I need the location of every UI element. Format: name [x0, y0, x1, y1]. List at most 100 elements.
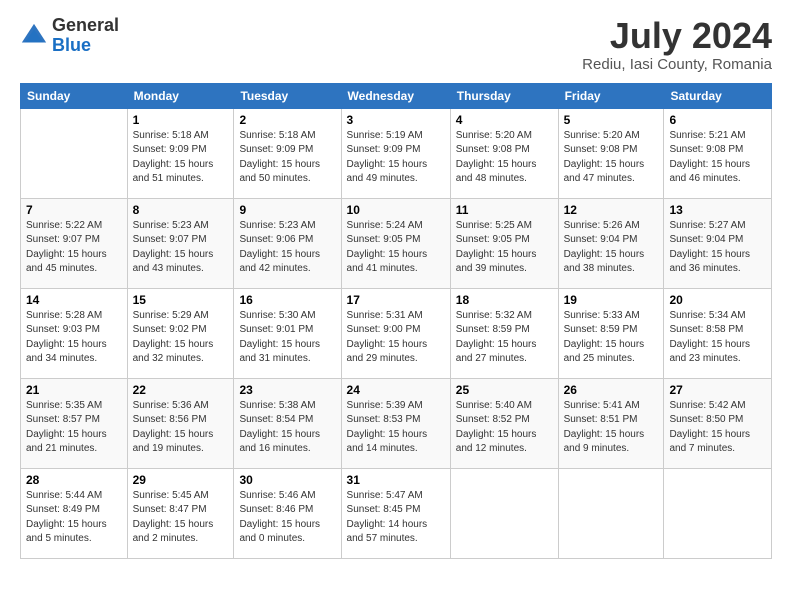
calendar-cell: 6 Sunrise: 5:21 AMSunset: 9:08 PMDaylight…	[664, 108, 772, 198]
day-number: 28	[26, 473, 122, 487]
day-number: 2	[239, 113, 335, 127]
calendar-table: SundayMondayTuesdayWednesdayThursdayFrid…	[20, 83, 772, 559]
calendar-cell	[450, 468, 558, 558]
calendar-cell: 8 Sunrise: 5:23 AMSunset: 9:07 PMDaylight…	[127, 198, 234, 288]
day-number: 25	[456, 383, 553, 397]
day-info: Sunrise: 5:19 AMSunset: 9:09 PMDaylight:…	[347, 129, 445, 187]
day-number: 12	[564, 203, 659, 217]
calendar-cell: 22Sunrise: 5:36 AMSunset: 8:56 PMDayligh…	[127, 378, 234, 468]
calendar-week-row: 28 Sunrise: 5:44 AMSunset: 8:49 PMDayligh…	[21, 468, 772, 558]
day-number: 26	[564, 383, 659, 397]
column-header-wednesday: Wednesday	[341, 83, 450, 108]
calendar-cell: 28 Sunrise: 5:44 AMSunset: 8:49 PMDayligh…	[21, 468, 128, 558]
day-info: Sunrise: 5:44 AMSunset: 8:49 PMDaylight:…	[26, 489, 122, 547]
column-header-saturday: Saturday	[664, 83, 772, 108]
day-info: Sunrise: 5:26 AMSunset: 9:04 PMDaylight:…	[564, 219, 659, 277]
day-info: Sunrise: 5:31 AMSunset: 9:00 PMDaylight:…	[347, 309, 445, 367]
calendar-cell: 31Sunrise: 5:47 AMSunset: 8:45 PMDayligh…	[341, 468, 450, 558]
calendar-cell: 1Sunrise: 5:18 AMSunset: 9:09 PMDaylight…	[127, 108, 234, 198]
day-info: Sunrise: 5:21 AMSunset: 9:08 PMDaylight:…	[669, 129, 766, 187]
day-info: Sunrise: 5:29 AMSunset: 9:02 PMDaylight:…	[133, 309, 229, 367]
calendar-cell: 14 Sunrise: 5:28 AMSunset: 9:03 PMDayligh…	[21, 288, 128, 378]
calendar-cell: 11 Sunrise: 5:25 AMSunset: 9:05 PMDayligh…	[450, 198, 558, 288]
column-header-friday: Friday	[558, 83, 664, 108]
calendar-cell: 15 Sunrise: 5:29 AMSunset: 9:02 PMDayligh…	[127, 288, 234, 378]
column-header-tuesday: Tuesday	[234, 83, 341, 108]
day-number: 29	[133, 473, 229, 487]
day-number: 15	[133, 293, 229, 307]
header: General Blue July 2024 Rediu, Iasi Count…	[20, 16, 772, 73]
location-title: Rediu, Iasi County, Romania	[582, 56, 772, 73]
day-info: Sunrise: 5:40 AMSunset: 8:52 PMDaylight:…	[456, 399, 553, 457]
day-info: Sunrise: 5:20 AMSunset: 9:08 PMDaylight:…	[564, 129, 659, 187]
logo-text: General Blue	[52, 16, 119, 56]
day-info: Sunrise: 5:23 AMSunset: 9:07 PMDaylight:…	[133, 219, 229, 277]
calendar-cell: 26 Sunrise: 5:41 AMSunset: 8:51 PMDayligh…	[558, 378, 664, 468]
title-block: July 2024 Rediu, Iasi County, Romania	[582, 16, 772, 73]
day-info: Sunrise: 5:20 AMSunset: 9:08 PMDaylight:…	[456, 129, 553, 187]
calendar-cell: 16 Sunrise: 5:30 AMSunset: 9:01 PMDayligh…	[234, 288, 341, 378]
day-number: 16	[239, 293, 335, 307]
calendar-cell: 24 Sunrise: 5:39 AMSunset: 8:53 PMDayligh…	[341, 378, 450, 468]
calendar-cell: 9 Sunrise: 5:23 AMSunset: 9:06 PMDaylight…	[234, 198, 341, 288]
day-number: 17	[347, 293, 445, 307]
day-number: 24	[347, 383, 445, 397]
calendar-cell: 20 Sunrise: 5:34 AMSunset: 8:58 PMDayligh…	[664, 288, 772, 378]
calendar-cell: 10 Sunrise: 5:24 AMSunset: 9:05 PMDayligh…	[341, 198, 450, 288]
page: General Blue July 2024 Rediu, Iasi Count…	[0, 0, 792, 612]
day-info: Sunrise: 5:18 AMSunset: 9:09 PMDaylight:…	[239, 129, 335, 187]
day-info: Sunrise: 5:30 AMSunset: 9:01 PMDaylight:…	[239, 309, 335, 367]
day-number: 9	[239, 203, 335, 217]
calendar-cell: 2 Sunrise: 5:18 AMSunset: 9:09 PMDaylight…	[234, 108, 341, 198]
day-number: 30	[239, 473, 335, 487]
day-info: Sunrise: 5:46 AMSunset: 8:46 PMDaylight:…	[239, 489, 335, 547]
calendar-cell: 4 Sunrise: 5:20 AMSunset: 9:08 PMDaylight…	[450, 108, 558, 198]
day-info: Sunrise: 5:23 AMSunset: 9:06 PMDaylight:…	[239, 219, 335, 277]
day-info: Sunrise: 5:25 AMSunset: 9:05 PMDaylight:…	[456, 219, 553, 277]
day-number: 23	[239, 383, 335, 397]
day-number: 27	[669, 383, 766, 397]
day-info: Sunrise: 5:45 AMSunset: 8:47 PMDaylight:…	[133, 489, 229, 547]
day-info: Sunrise: 5:35 AMSunset: 8:57 PMDaylight:…	[26, 399, 122, 457]
day-number: 10	[347, 203, 445, 217]
calendar-cell	[21, 108, 128, 198]
day-info: Sunrise: 5:22 AMSunset: 9:07 PMDaylight:…	[26, 219, 122, 277]
calendar-cell: 25 Sunrise: 5:40 AMSunset: 8:52 PMDayligh…	[450, 378, 558, 468]
day-info: Sunrise: 5:42 AMSunset: 8:50 PMDaylight:…	[669, 399, 766, 457]
day-number: 19	[564, 293, 659, 307]
calendar-cell: 30 Sunrise: 5:46 AMSunset: 8:46 PMDayligh…	[234, 468, 341, 558]
day-number: 20	[669, 293, 766, 307]
day-number: 5	[564, 113, 659, 127]
day-number: 3	[347, 113, 445, 127]
calendar-cell: 5 Sunrise: 5:20 AMSunset: 9:08 PMDaylight…	[558, 108, 664, 198]
day-info: Sunrise: 5:32 AMSunset: 8:59 PMDaylight:…	[456, 309, 553, 367]
logo: General Blue	[20, 16, 119, 56]
calendar-cell: 17 Sunrise: 5:31 AMSunset: 9:00 PMDayligh…	[341, 288, 450, 378]
calendar-cell: 23 Sunrise: 5:38 AMSunset: 8:54 PMDayligh…	[234, 378, 341, 468]
day-info: Sunrise: 5:33 AMSunset: 8:59 PMDaylight:…	[564, 309, 659, 367]
calendar-cell: 3 Sunrise: 5:19 AMSunset: 9:09 PMDaylight…	[341, 108, 450, 198]
day-info: Sunrise: 5:41 AMSunset: 8:51 PMDaylight:…	[564, 399, 659, 457]
day-number: 22	[133, 383, 229, 397]
calendar-header-row: SundayMondayTuesdayWednesdayThursdayFrid…	[21, 83, 772, 108]
calendar-cell: 29 Sunrise: 5:45 AMSunset: 8:47 PMDayligh…	[127, 468, 234, 558]
day-number: 1	[133, 113, 229, 127]
month-title: July 2024	[582, 16, 772, 56]
day-number: 4	[456, 113, 553, 127]
day-number: 14	[26, 293, 122, 307]
logo-general: General	[52, 16, 119, 36]
day-info: Sunrise: 5:34 AMSunset: 8:58 PMDaylight:…	[669, 309, 766, 367]
day-info: Sunrise: 5:38 AMSunset: 8:54 PMDaylight:…	[239, 399, 335, 457]
calendar-cell: 7Sunrise: 5:22 AMSunset: 9:07 PMDaylight…	[21, 198, 128, 288]
logo-blue: Blue	[52, 36, 119, 56]
day-number: 31	[347, 473, 445, 487]
day-number: 8	[133, 203, 229, 217]
day-number: 6	[669, 113, 766, 127]
calendar-cell: 18Sunrise: 5:32 AMSunset: 8:59 PMDayligh…	[450, 288, 558, 378]
day-number: 13	[669, 203, 766, 217]
day-info: Sunrise: 5:24 AMSunset: 9:05 PMDaylight:…	[347, 219, 445, 277]
day-number: 11	[456, 203, 553, 217]
day-info: Sunrise: 5:28 AMSunset: 9:03 PMDaylight:…	[26, 309, 122, 367]
calendar-cell: 13Sunrise: 5:27 AMSunset: 9:04 PMDayligh…	[664, 198, 772, 288]
day-info: Sunrise: 5:39 AMSunset: 8:53 PMDaylight:…	[347, 399, 445, 457]
